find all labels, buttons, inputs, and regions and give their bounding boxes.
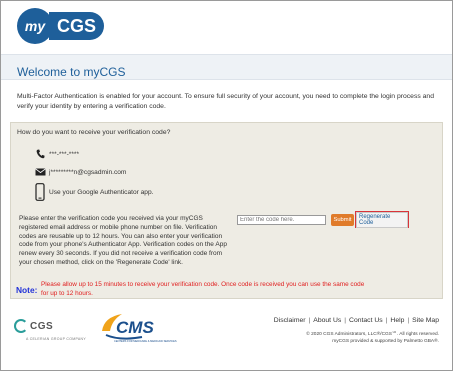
cms-logo-text: CMS bbox=[116, 318, 154, 337]
option-authenticator[interactable]: Use your Google Authenticator app. bbox=[33, 183, 153, 201]
footer-links: Disclaimer | About Us | Contact Us | Hel… bbox=[274, 317, 439, 324]
delivery-question: How do you want to receive your verifica… bbox=[17, 129, 171, 136]
cgs-mark-icon bbox=[14, 319, 28, 333]
option-phone[interactable]: ***-***-**** bbox=[33, 149, 79, 159]
cgs-tagline: A CELERIAN GROUP COMPANY bbox=[26, 337, 86, 341]
option-label: j*********n@cgsadmin.com bbox=[49, 168, 127, 176]
verification-panel: How do you want to receive your verifica… bbox=[10, 122, 443, 299]
support-line: myCGS provided & supported by Palmetto G… bbox=[332, 339, 439, 344]
cgs-logo: CGS bbox=[14, 319, 53, 333]
footer-link-help[interactable]: Help bbox=[390, 317, 404, 324]
page-title: Welcome to myCGS bbox=[17, 65, 126, 79]
logo-badge: my bbox=[17, 8, 53, 44]
copyright: © 2020 CGS Administrators, LLC®/CGS℠. Al… bbox=[239, 331, 439, 345]
footer-separator: | bbox=[407, 317, 410, 324]
footer-separator: | bbox=[385, 317, 388, 324]
copyright-line: © 2020 CGS Administrators, LLC®/CGS℠. Al… bbox=[306, 332, 439, 337]
logo-text: CGS bbox=[49, 12, 105, 40]
note-text: Please allow up to 15 minutes to receive… bbox=[41, 281, 365, 297]
mobile-device-icon bbox=[33, 183, 47, 201]
option-label: Use your Google Authenticator app. bbox=[49, 188, 154, 196]
note-label: Note: bbox=[16, 285, 38, 295]
regenerate-code-button[interactable]: Regenerate Code bbox=[356, 211, 408, 228]
footer-link-about-us[interactable]: About Us bbox=[313, 317, 341, 324]
cms-logo: CMS CENTERS FOR MEDICARE & MEDICAID SERV… bbox=[102, 314, 177, 343]
cgs-logo-text: CGS bbox=[30, 320, 54, 332]
footer-link-contact-us[interactable]: Contact Us bbox=[349, 317, 383, 324]
footer-separator: | bbox=[308, 317, 311, 324]
email-icon bbox=[33, 168, 47, 176]
footer-link-site-map[interactable]: Site Map bbox=[412, 317, 439, 324]
header: my CGS bbox=[1, 1, 452, 53]
submit-button[interactable]: Submit bbox=[331, 214, 354, 226]
verification-code-input[interactable] bbox=[237, 215, 326, 225]
cms-tagline: CENTERS FOR MEDICARE & MEDICAID SERVICES bbox=[114, 339, 177, 343]
footer-separator: | bbox=[344, 317, 347, 324]
option-label: ***-***-**** bbox=[49, 150, 80, 158]
mycgs-logo[interactable]: my CGS bbox=[17, 8, 105, 44]
regenerate-highlight: Regenerate Code bbox=[355, 211, 409, 228]
instructions-text: Please enter the verification code you r… bbox=[19, 215, 227, 266]
option-email[interactable]: j*********n@cgsadmin.com bbox=[33, 168, 126, 176]
phone-icon bbox=[33, 149, 47, 159]
footer-link-disclaimer[interactable]: Disclaimer bbox=[274, 317, 306, 324]
intro-text: Multi-Factor Authentication is enabled f… bbox=[17, 93, 434, 110]
